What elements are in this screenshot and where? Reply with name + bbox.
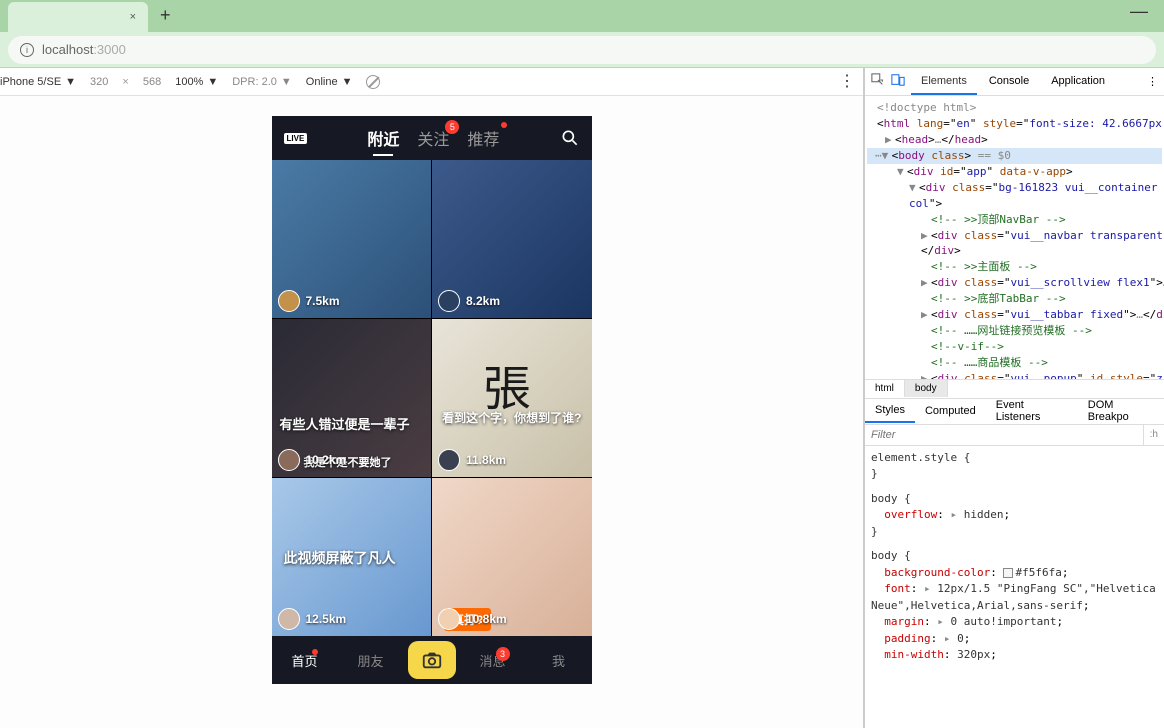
browser-tab-bar: × + — [0, 0, 1164, 32]
device-height[interactable]: 568 [143, 76, 161, 88]
more-icon[interactable]: ⋮ [839, 74, 855, 90]
avatar [278, 290, 300, 312]
throttle-select[interactable]: Online ▼ [306, 76, 353, 88]
feed-item[interactable]: 此视频屏蔽了凡人 12.5km [272, 478, 432, 636]
mobile-device-frame: LIVE 附近 关注5 推荐 7.5km [272, 116, 592, 684]
computed-tab[interactable]: Computed [915, 400, 986, 422]
styles-tab[interactable]: Styles [865, 399, 915, 423]
tabbar-me[interactable]: 我 [526, 651, 592, 670]
crumb-html[interactable]: html [865, 380, 905, 397]
listeners-tab[interactable]: Event Listeners [986, 394, 1078, 428]
avatar [278, 608, 300, 630]
breakpoints-tab[interactable]: DOM Breakpo [1078, 394, 1164, 428]
tab-follow[interactable]: 关注5 [417, 126, 449, 150]
live-badge[interactable]: LIVE [284, 133, 308, 144]
dpr-select[interactable]: DPR: 2.0 ▼ [232, 76, 292, 88]
styles-filter-input[interactable] [865, 425, 1143, 445]
feed-grid: 7.5km 8.2km 有些人错过便是一辈子 我是不是不要她了 10.2km 張 [272, 160, 592, 636]
avatar [438, 449, 460, 471]
device-toolbar: iPhone 5/SE ▼ 320 × 568 100% ▼ DPR: 2.0 … [0, 68, 863, 96]
feed-item[interactable]: 張 看到这个字，你想到了谁? 11.8km [432, 319, 592, 477]
app-tabbar: 首页 朋友 消息3 我 [272, 636, 592, 684]
selected-element[interactable]: ⋯▼<body class> == $0 [867, 148, 1162, 164]
avatar [438, 608, 460, 630]
device-select[interactable]: iPhone 5/SE ▼ [0, 76, 76, 88]
tabbar-messages[interactable]: 消息3 [460, 651, 526, 670]
devtools-tab-elements[interactable]: Elements [911, 69, 977, 95]
camera-icon [421, 649, 443, 671]
address-bar: i localhost:3000 [0, 32, 1164, 68]
device-toggle-icon[interactable] [891, 73, 905, 90]
url-port: :3000 [93, 42, 126, 57]
tab-nearby[interactable]: 附近 [367, 126, 399, 150]
feed-item[interactable]: 真打? 10.8km [432, 478, 592, 636]
devtools-tab-application[interactable]: Application [1041, 69, 1115, 95]
inspect-icon[interactable] [871, 73, 885, 90]
avatar [278, 449, 300, 471]
feed-item[interactable]: 有些人错过便是一辈子 我是不是不要她了 10.2km [272, 319, 432, 477]
feed-item[interactable]: 8.2km [432, 160, 592, 318]
url-host: localhost [42, 42, 93, 57]
zoom-select[interactable]: 100% ▼ [175, 76, 218, 88]
device-width[interactable]: 320 [90, 76, 108, 88]
tab-recommend[interactable]: 推荐 [467, 126, 499, 150]
hover-toggle[interactable]: :h [1143, 425, 1164, 445]
tabbar-home[interactable]: 首页 [272, 651, 338, 670]
close-icon[interactable]: × [130, 11, 136, 23]
avatar [438, 290, 460, 312]
tabbar-friends[interactable]: 朋友 [338, 651, 404, 670]
viewport-canvas: LIVE 附近 关注5 推荐 7.5km [0, 96, 863, 728]
rotate-icon[interactable] [366, 75, 380, 89]
minimize-icon[interactable]: — [1130, 1, 1148, 22]
devtools-panel: Elements Console Application ⋮ <!doctype… [864, 68, 1164, 728]
info-icon[interactable]: i [20, 43, 34, 57]
app-navbar: LIVE 附近 关注5 推荐 [272, 116, 592, 160]
dom-tree[interactable]: <!doctype html> <html lang="en" style="f… [865, 96, 1164, 379]
devtools-more-icon[interactable]: ⋮ [1147, 75, 1158, 88]
search-icon[interactable] [560, 128, 580, 148]
url-input[interactable]: i localhost:3000 [8, 36, 1156, 64]
new-tab-button[interactable]: + [160, 5, 171, 26]
camera-button[interactable] [408, 641, 456, 679]
styles-panel[interactable]: element.style { } body { overflow: ▸ hid… [865, 446, 1164, 728]
crumb-body[interactable]: body [905, 380, 948, 397]
feed-item[interactable]: 7.5km [272, 160, 432, 318]
devtools-tab-console[interactable]: Console [979, 69, 1039, 95]
browser-tab[interactable]: × [8, 2, 148, 32]
